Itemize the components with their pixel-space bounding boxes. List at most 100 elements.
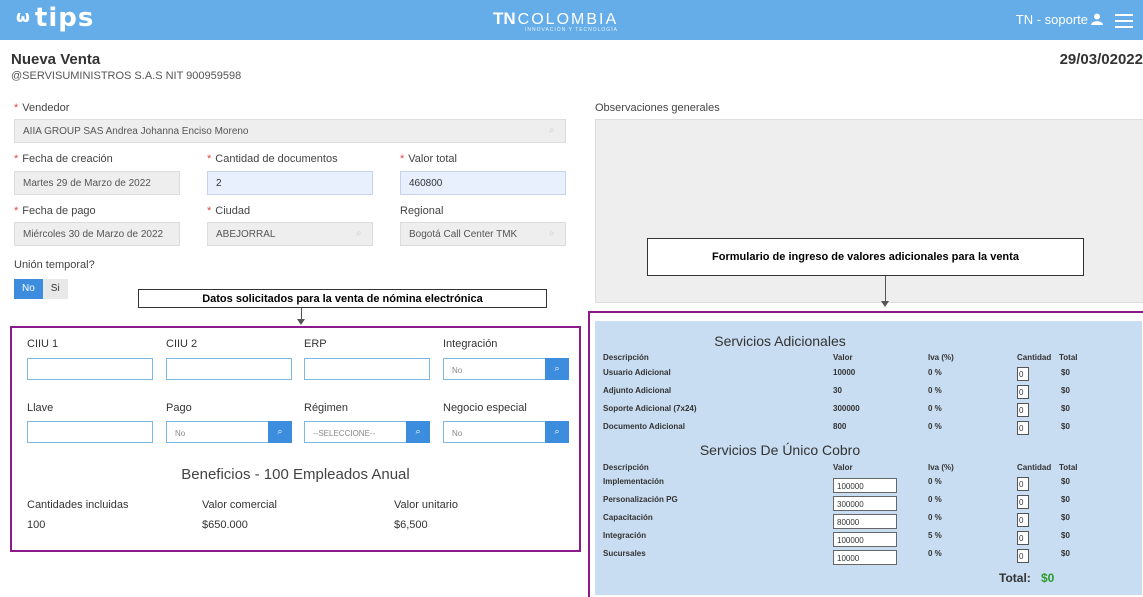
cantidad-documentos-label: * Cantidad de documentos bbox=[207, 153, 338, 165]
search-icon[interactable]: ⌕ bbox=[268, 421, 292, 443]
negocio-especial-select[interactable]: No ⌕ bbox=[443, 421, 569, 443]
ciiu1-label: CIIU 1 bbox=[27, 338, 59, 350]
user-icon bbox=[1091, 13, 1103, 25]
pago-select[interactable]: No ⌕ bbox=[166, 421, 292, 443]
adic-h-valor: Valor bbox=[833, 353, 853, 362]
adic-row-valor: 800 bbox=[833, 422, 847, 431]
adic-row-valor: 30 bbox=[833, 386, 842, 395]
adic-row-desc: Documento Adicional bbox=[603, 422, 685, 431]
fecha-pago-label: * Fecha de pago bbox=[14, 205, 96, 217]
brand-logo: TN COLOMBIA bbox=[493, 9, 618, 29]
servicios-inner: Servicios Adicionales Descripción Valor … bbox=[595, 321, 1142, 595]
unico-row-valor-input[interactable]: 100000 bbox=[833, 478, 897, 493]
brand-tn: TN bbox=[493, 9, 516, 28]
beneficios-title: Beneficios - 100 Empleados Anual bbox=[181, 466, 410, 483]
ciiu1-input[interactable] bbox=[27, 358, 153, 380]
callout-valores-arrow bbox=[885, 276, 886, 303]
unico-row-total: $0 bbox=[1061, 549, 1070, 558]
user-name: TN - soporte bbox=[1015, 12, 1088, 27]
total-label: Total: bbox=[999, 571, 1031, 585]
union-temporal-label: Unión temporal? bbox=[14, 259, 95, 271]
valor-total-input[interactable]: 460800 bbox=[400, 171, 566, 195]
callout-nomina: Datos solicitados para la venta de nómin… bbox=[138, 289, 547, 308]
union-no-button[interactable]: No bbox=[14, 279, 43, 299]
unico-row-desc: Capacitación bbox=[603, 513, 653, 522]
brand-tagline: INNOVACIÓN Y TECNOLOGÍA bbox=[525, 27, 618, 33]
unico-row-desc: Sucursales bbox=[603, 549, 646, 558]
search-icon: ⌕ bbox=[549, 228, 555, 239]
fecha-creacion-field[interactable]: Martes 29 de Marzo de 2022 bbox=[14, 171, 180, 195]
unico-h-iva: Iva (%) bbox=[928, 463, 954, 472]
unico-row-iva: 0 % bbox=[928, 495, 942, 504]
adic-row-desc: Adjunto Adicional bbox=[603, 386, 672, 395]
vendedor-field[interactable]: AIIA GROUP SAS Andrea Johanna Enciso Mor… bbox=[14, 119, 566, 143]
callout-valores: Formulario de ingreso de valores adicion… bbox=[647, 238, 1084, 276]
app-logo[interactable]: ω tips bbox=[16, 3, 94, 33]
adic-row-cantidad-input[interactable]: 0 bbox=[1017, 367, 1029, 381]
regional-field[interactable]: Bogotá Call Center TMK ⌕ bbox=[400, 222, 566, 246]
val-valor-comercial: $650.000 bbox=[202, 519, 248, 531]
servicios-unico-title: Servicios De Único Cobro bbox=[699, 442, 861, 458]
val-valor-unitario: $6,500 bbox=[394, 519, 428, 531]
unico-row-cantidad-input[interactable]: 0 bbox=[1017, 477, 1029, 491]
cantidad-documentos-input[interactable]: 2 bbox=[207, 171, 373, 195]
unico-row-cantidad-input[interactable]: 0 bbox=[1017, 513, 1029, 527]
search-icon[interactable]: ⌕ bbox=[545, 421, 569, 443]
col-cantidades-header: Cantidades incluidas bbox=[27, 499, 129, 511]
col-valor-unitario-header: Valor unitario bbox=[394, 499, 458, 511]
adic-row-total: $0 bbox=[1061, 404, 1070, 413]
fecha-creacion-label: * Fecha de creación bbox=[14, 153, 113, 165]
ciiu2-input[interactable] bbox=[166, 358, 292, 380]
adic-row-cantidad-input[interactable]: 0 bbox=[1017, 421, 1029, 435]
search-icon[interactable]: ⌕ bbox=[545, 358, 569, 380]
unico-h-valor: Valor bbox=[833, 463, 853, 472]
adic-row-total: $0 bbox=[1061, 422, 1070, 431]
unico-row-iva: 0 % bbox=[928, 549, 942, 558]
page-date: 29/03/02022 bbox=[1059, 51, 1143, 68]
unico-row-valor-input[interactable]: 80000 bbox=[833, 514, 897, 529]
adic-row-valor: 300000 bbox=[833, 404, 860, 413]
erp-input[interactable] bbox=[304, 358, 430, 380]
adic-row-desc: Usuario Adicional bbox=[603, 368, 671, 377]
unico-row-total: $0 bbox=[1061, 477, 1070, 486]
unico-row-desc: Personalización PG bbox=[603, 495, 678, 504]
adic-row-total: $0 bbox=[1061, 368, 1070, 377]
unico-row-cantidad-input[interactable]: 0 bbox=[1017, 531, 1029, 545]
valor-total-label: * Valor total bbox=[400, 153, 457, 165]
regimen-select[interactable]: --SELECCIONE-- ⌕ bbox=[304, 421, 430, 443]
search-icon[interactable]: ⌕ bbox=[406, 421, 430, 443]
regional-label: Regional bbox=[400, 205, 444, 217]
unico-row-valor-input[interactable]: 100000 bbox=[833, 532, 897, 547]
unico-row-iva: 0 % bbox=[928, 477, 942, 486]
unico-row-cantidad-input[interactable]: 0 bbox=[1017, 549, 1029, 563]
unico-row-cantidad-input[interactable]: 0 bbox=[1017, 495, 1029, 509]
search-icon: ⌕ bbox=[356, 228, 362, 239]
ciudad-field[interactable]: ABEJORRAL ⌕ bbox=[207, 222, 373, 246]
union-si-button[interactable]: Si bbox=[42, 279, 68, 299]
unico-row-valor-input[interactable]: 10000 bbox=[833, 550, 897, 565]
col-valor-comercial-header: Valor comercial bbox=[202, 499, 277, 511]
menu-icon[interactable] bbox=[1115, 14, 1133, 28]
unico-row-desc: Implementación bbox=[603, 477, 664, 486]
adic-row-cantidad-input[interactable]: 0 bbox=[1017, 385, 1029, 399]
logo-text: tips bbox=[34, 3, 95, 33]
val-cantidades: 100 bbox=[27, 519, 46, 531]
unico-row-total: $0 bbox=[1061, 495, 1070, 504]
adic-h-desc: Descripción bbox=[603, 353, 649, 362]
unico-h-total: Total bbox=[1059, 463, 1078, 472]
unico-row-valor-input[interactable]: 300000 bbox=[833, 496, 897, 511]
page-title: Nueva Venta bbox=[11, 51, 101, 68]
adic-h-cantidad: Cantidad bbox=[1017, 353, 1052, 362]
user-menu[interactable]: TN - soporte bbox=[1016, 12, 1103, 27]
fecha-pago-field[interactable]: Miércoles 30 de Marzo de 2022 bbox=[14, 222, 180, 246]
union-temporal-toggle: No Si bbox=[14, 279, 68, 299]
adic-row-cantidad-input[interactable]: 0 bbox=[1017, 403, 1029, 417]
unico-h-desc: Descripción bbox=[603, 463, 649, 472]
servicios-panel: Servicios Adicionales Descripción Valor … bbox=[588, 311, 1143, 597]
unico-h-cantidad: Cantidad bbox=[1017, 463, 1052, 472]
integracion-select[interactable]: No ⌕ bbox=[443, 358, 569, 380]
llave-input[interactable] bbox=[27, 421, 153, 443]
integracion-label: Integración bbox=[443, 338, 498, 350]
adic-row-iva: 0 % bbox=[928, 368, 942, 377]
tips-logo-glyph-icon: ω bbox=[16, 7, 31, 26]
